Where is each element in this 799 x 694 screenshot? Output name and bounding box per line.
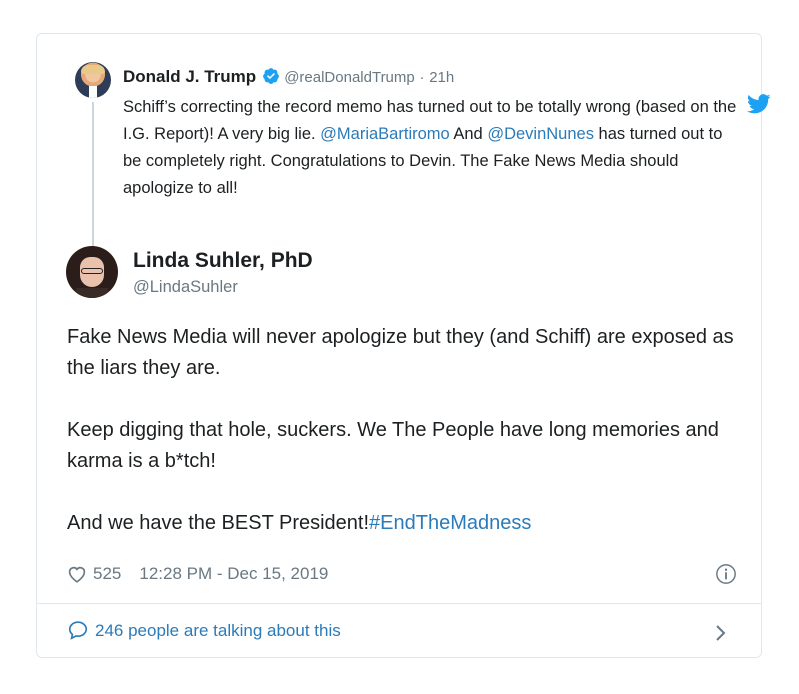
tweet-text: Fake News Media will never apologize but… [67, 322, 747, 539]
mention-link[interactable]: @DevinNunes [487, 125, 594, 143]
hashtag-link[interactable]: #EndTheMadness [369, 512, 531, 534]
twitter-bird-icon[interactable] [747, 94, 771, 119]
conversation-count-label[interactable]: 246 people are talking about this [95, 621, 341, 640]
tweet-paragraph-last: And we have the BEST President!#EndTheMa… [67, 508, 747, 539]
avatar-hair [81, 65, 105, 74]
author-avatar[interactable] [66, 246, 118, 298]
speech-bubble-icon [67, 619, 89, 651]
separator-dot: · [419, 69, 425, 86]
heart-icon[interactable] [67, 564, 87, 592]
author-handle[interactable]: @LindaSuhler [133, 276, 238, 298]
author-name[interactable]: Linda Suhler, PhD [133, 248, 313, 274]
tweet-metadata: 525 12:28 PM - Dec 15, 2019 [67, 560, 737, 588]
thread-connector-line [92, 102, 94, 250]
parent-text-segment: And [449, 125, 488, 143]
avatar-shirt [89, 86, 97, 98]
like-count[interactable]: 525 [93, 564, 121, 583]
embedded-tweet-card: Donald J. Trump @realDonaldTrump · 21h S… [36, 33, 771, 658]
avatar-glasses [81, 268, 103, 274]
tweet-text-segment: And we have the BEST President! [67, 512, 370, 534]
parent-header: Donald J. Trump @realDonaldTrump · 21h [123, 66, 454, 91]
tweet-timestamp[interactable]: 12:28 PM - Dec 15, 2019 [139, 564, 328, 583]
tweet-paragraph: Keep digging that hole, suckers. We The … [67, 419, 719, 472]
parent-avatar[interactable] [75, 62, 111, 98]
parent-author-handle[interactable]: @realDonaldTrump [284, 69, 415, 86]
tweet-paragraph: Fake News Media will never apologize but… [67, 326, 734, 379]
chevron-right-icon[interactable] [715, 622, 727, 652]
parent-author-name[interactable]: Donald J. Trump [123, 67, 256, 86]
verified-badge-icon [262, 67, 280, 91]
mention-link[interactable]: @MariaBartiromo [320, 125, 450, 143]
footer-divider [37, 603, 761, 604]
info-icon[interactable] [715, 563, 737, 594]
conversation-link[interactable]: 246 people are talking about this [67, 616, 733, 646]
parent-tweet-text: Schiff’s correcting the record memo has … [123, 94, 743, 202]
avatar-clothing [76, 288, 108, 298]
parent-timestamp[interactable]: 21h [429, 69, 454, 86]
